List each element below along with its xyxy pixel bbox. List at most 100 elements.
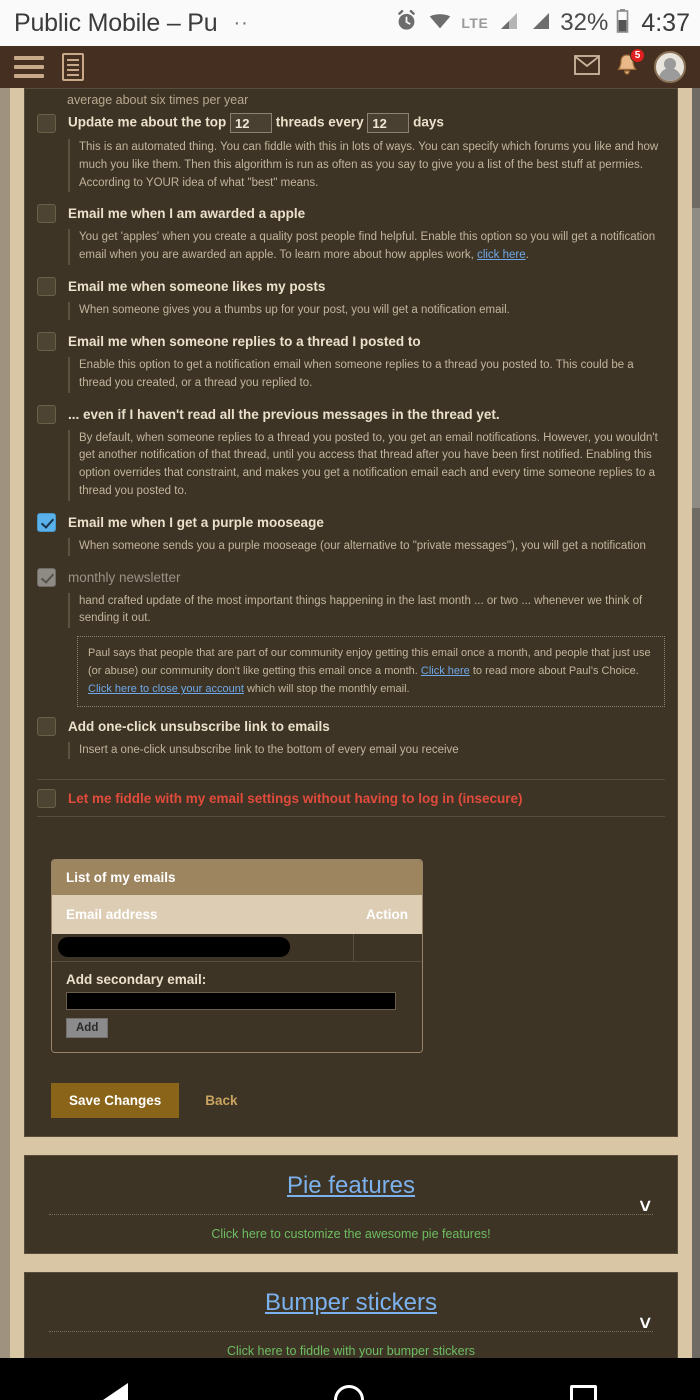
threads-count-input[interactable]: 12 <box>230 113 273 133</box>
option-label: Email me when I get a purple mooseage <box>68 514 324 530</box>
circle-home-icon[interactable] <box>334 1385 364 1400</box>
option-even-if-unread: ... even if I haven't read all the previ… <box>37 399 665 507</box>
hamburger-menu-icon[interactable] <box>14 56 44 78</box>
add-email-button[interactable]: Add <box>66 1018 109 1039</box>
chevron-down-icon[interactable]: ˅ <box>639 1314 651 1334</box>
accordion-title[interactable]: Bumper stickers <box>25 1289 677 1317</box>
scrollbar-thumb[interactable] <box>692 208 700 508</box>
signal-bars-icon-2 <box>528 9 552 38</box>
back-button[interactable]: Back <box>205 1093 237 1108</box>
status-bar-indicators: LTE 32% 4:37 <box>394 8 690 39</box>
envelope-icon[interactable] <box>574 54 600 80</box>
apples-info-link[interactable]: click here <box>477 249 526 261</box>
signal-bars-icon-1 <box>496 9 520 38</box>
checkbox-awarded-apple[interactable] <box>37 204 56 224</box>
alarm-clock-icon <box>394 8 419 38</box>
option-description: Insert a one-click unsubscribe link to t… <box>68 741 665 760</box>
page-content: average about six times per year Update … <box>0 88 700 1358</box>
option-label: Email me when I am awarded a apple <box>68 206 306 222</box>
option-label: Email me when someone likes my posts <box>68 279 326 295</box>
secondary-email-input[interactable] <box>66 992 396 1011</box>
battery-icon <box>616 8 629 39</box>
wifi-icon <box>427 8 453 38</box>
form-actions: Save Changes Back <box>51 1083 665 1119</box>
column-header-email: Email address <box>66 907 158 923</box>
emails-table-header: Email address Action <box>52 895 422 935</box>
checkbox-purple-mooseage[interactable] <box>37 512 56 532</box>
option-purple-mooseage: Email me when I get a purple mooseage Wh… <box>37 507 665 562</box>
android-navigation-bar <box>0 1358 700 1400</box>
page-scroll-area[interactable]: average about six times per year Update … <box>0 88 700 1358</box>
vertical-scrollbar[interactable] <box>692 88 700 1358</box>
status-bar-app-title: Public Mobile – Pu <box>14 8 218 37</box>
option-description: By default, when someone replies to a th… <box>68 429 665 501</box>
option-description: hand crafted update of the most importan… <box>68 592 665 629</box>
option-description: You get 'apples' when you create a quali… <box>68 229 665 266</box>
option-replies-to-thread: Email me when someone replies to a threa… <box>37 326 665 399</box>
checkbox-fiddle-without-login[interactable] <box>37 789 56 809</box>
note-text-c: which will stop the monthly email. <box>243 683 410 696</box>
days-count-input[interactable]: 12 <box>367 113 410 133</box>
option-description: This is an automated thing. You can fidd… <box>68 139 665 193</box>
battery-percent-label: 32% <box>560 9 609 36</box>
accordion-subtitle: Click here to fiddle with your bumper st… <box>226 1344 475 1358</box>
left-gutter <box>0 88 10 1358</box>
desc-text-b: . <box>525 249 529 262</box>
divider <box>49 1214 653 1216</box>
emails-table-title: List of my emails <box>52 860 422 896</box>
accordion-subtitle: Click here to customize the awesome pie … <box>211 1227 491 1242</box>
column-header-action: Action <box>366 907 408 923</box>
option-likes-my-posts: Email me when someone likes my posts Whe… <box>37 271 665 326</box>
close-account-link[interactable]: Click here to close your account <box>88 683 244 695</box>
clock-time-label: 4:37 <box>641 8 690 37</box>
pauls-choice-link[interactable]: Click here <box>421 665 470 677</box>
accordion-pie-features[interactable]: Pie features ˅ Click here to customize t… <box>24 1155 678 1255</box>
option-label: Add one-click unsubscribe link to emails <box>68 718 330 734</box>
option-label-middle: threads every <box>275 114 364 130</box>
checkbox-one-click-unsubscribe[interactable] <box>37 716 56 736</box>
checkbox-monthly-newsletter <box>37 567 56 587</box>
forum-list-icon[interactable] <box>62 53 84 81</box>
user-avatar-icon[interactable] <box>654 51 686 83</box>
option-label: ... even if I haven't read all the previ… <box>68 406 500 422</box>
option-label: Email me when someone replies to a threa… <box>68 333 421 349</box>
divider <box>49 1331 653 1333</box>
option-label: monthly newsletter <box>68 569 181 585</box>
option-description: Enable this option to get a notification… <box>68 356 665 393</box>
desc-text-a: You get 'apples' when you create a quali… <box>79 231 656 262</box>
square-recents-icon[interactable] <box>570 1385 597 1400</box>
checkbox-replies-to-thread[interactable] <box>37 331 56 351</box>
option-one-click-unsubscribe: Add one-click unsubscribe link to emails… <box>37 711 665 766</box>
android-status-bar: Public Mobile – Pu ·· LTE 32% 4:37 <box>0 0 700 46</box>
action-cell[interactable] <box>354 934 422 961</box>
option-label: Let me fiddle with my email settings wit… <box>68 791 523 807</box>
accordion-title[interactable]: Pie features <box>25 1172 677 1200</box>
option-monthly-newsletter: monthly newsletter hand crafted update o… <box>37 562 665 711</box>
emails-table: List of my emails Email address Action A… <box>51 859 423 1054</box>
triangle-back-icon[interactable] <box>103 1383 128 1400</box>
add-secondary-email-label: Add secondary email: <box>66 972 207 988</box>
option-label-suffix: days <box>413 114 444 130</box>
checkbox-likes-my-posts[interactable] <box>37 277 56 297</box>
checkbox-even-if-unread[interactable] <box>37 404 56 424</box>
notification-count-badge: 5 <box>630 47 645 63</box>
option-awarded-apple: Email me when I am awarded a apple You g… <box>37 198 665 271</box>
redacted-email-value <box>58 937 290 958</box>
save-changes-button[interactable]: Save Changes <box>51 1083 180 1119</box>
accordion-bumper-stickers[interactable]: Bumper stickers ˅ Click here to fiddle w… <box>24 1272 678 1358</box>
status-bar-overflow-dots: ·· <box>233 12 249 34</box>
option-update-top-threads: Update me about the top 12 threads every… <box>37 107 665 198</box>
option-fiddle-without-login: Let me fiddle with my email settings wit… <box>37 780 665 818</box>
add-secondary-email-section: Add secondary email: Add <box>52 962 422 1053</box>
device-screen: Public Mobile – Pu ·· LTE 32% 4:37 5 ave… <box>0 0 700 1400</box>
app-header-bar: 5 <box>0 46 700 88</box>
pauls-choice-note: Paul says that people that are part of o… <box>77 636 665 707</box>
option-description: When someone gives you a thumbs up for y… <box>68 302 665 320</box>
app-header-actions: 5 <box>574 47 686 83</box>
checkbox-update-top-threads[interactable] <box>37 113 56 133</box>
option-description: When someone sends you a purple mooseage… <box>68 537 665 556</box>
notification-bell-icon[interactable]: 5 <box>616 47 645 82</box>
email-settings-panel: average about six times per year Update … <box>24 88 678 1138</box>
option-label-prefix: Update me about the top <box>68 114 227 130</box>
chevron-down-icon[interactable]: ˅ <box>639 1197 651 1217</box>
